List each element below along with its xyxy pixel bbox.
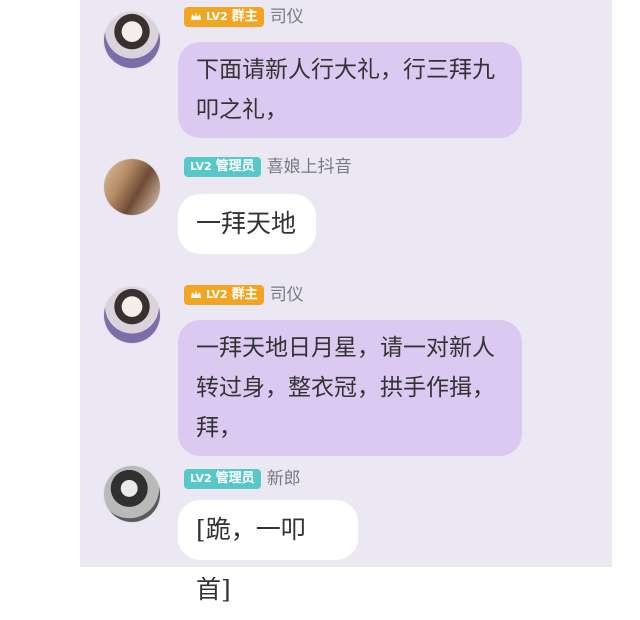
message-bubble[interactable]: [跪，一叩首] bbox=[178, 500, 358, 604]
message-bubble[interactable]: 下面请新人行大礼，行三拜九叩之礼， bbox=[178, 42, 522, 138]
sender-name: 司仪 bbox=[269, 285, 304, 305]
badge-level: LV2 bbox=[206, 10, 228, 23]
avatar[interactable] bbox=[104, 159, 160, 215]
badge-role: 群主 bbox=[231, 287, 258, 302]
badge-role: 管理员 bbox=[215, 471, 255, 486]
message-header: LV2 群主 司仪 bbox=[184, 6, 304, 28]
message-header: LV2 管理员 新郎 bbox=[184, 468, 301, 490]
badge-role: 管理员 bbox=[215, 159, 255, 174]
message-text: 一拜天地 bbox=[196, 209, 297, 238]
sender-name: 司仪 bbox=[269, 7, 304, 27]
message-bubble[interactable]: 一拜天地日月星，请一对新人转过身，整衣冠，拱手作揖，拜， bbox=[178, 320, 522, 456]
message-header: LV2 管理员 喜娘上抖音 bbox=[184, 156, 352, 178]
message-text: 下面请新人行大礼，行三拜九叩之礼， bbox=[196, 57, 495, 123]
avatar[interactable] bbox=[104, 466, 160, 522]
crown-icon bbox=[191, 290, 201, 298]
avatar[interactable] bbox=[104, 287, 160, 343]
role-badge: LV2 管理员 bbox=[184, 157, 261, 177]
badge-level: LV2 bbox=[190, 472, 212, 485]
message-text: 一拜天地日月星，请一对新人转过身，整衣冠，拱手作揖，拜， bbox=[196, 335, 495, 441]
sender-name: 新郎 bbox=[266, 469, 301, 489]
badge-role: 群主 bbox=[231, 9, 258, 24]
avatar[interactable] bbox=[104, 12, 160, 68]
chat-panel: LV2 群主 司仪 下面请新人行大礼，行三拜九叩之礼， LV2 管理员 喜娘上抖… bbox=[80, 0, 612, 604]
role-badge: LV2 群主 bbox=[184, 285, 264, 305]
badge-level: LV2 bbox=[190, 160, 212, 173]
message-bubble[interactable]: 一拜天地 bbox=[178, 194, 316, 254]
role-badge: LV2 管理员 bbox=[184, 469, 261, 489]
message-text: [跪，一叩首] bbox=[196, 515, 306, 604]
message-header: LV2 群主 司仪 bbox=[184, 284, 304, 306]
crown-icon bbox=[191, 12, 201, 20]
badge-level: LV2 bbox=[206, 288, 228, 301]
role-badge: LV2 群主 bbox=[184, 7, 264, 27]
sender-name: 喜娘上抖音 bbox=[266, 157, 352, 177]
